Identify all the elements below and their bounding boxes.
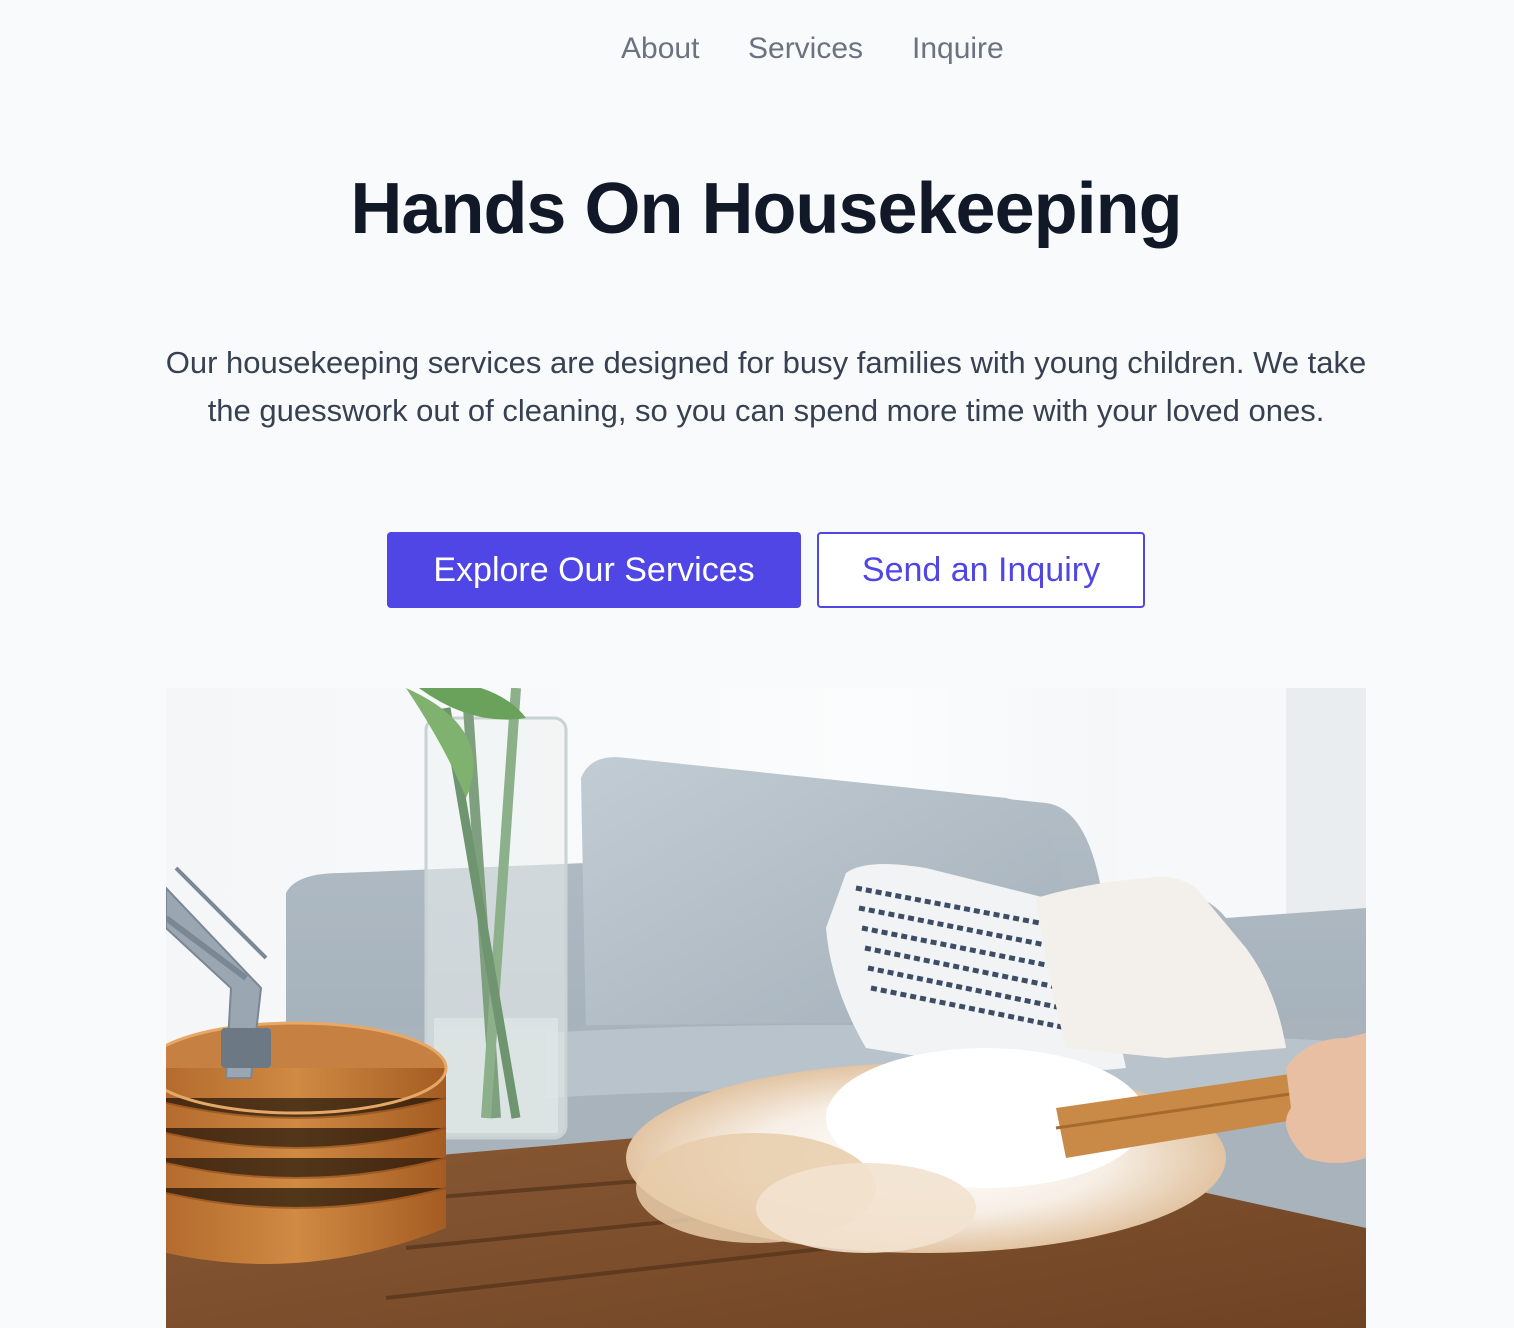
lamp-base — [166, 1021, 448, 1264]
explore-services-button[interactable]: Explore Our Services — [387, 532, 801, 608]
hero-title: Hands On Housekeeping — [350, 169, 1182, 249]
hero-description: Our housekeeping services are designed f… — [165, 345, 1367, 428]
hero-photo-illustration — [166, 688, 1366, 1328]
top-navigation: About Services Inquire — [0, 0, 1514, 98]
nav-link-about[interactable]: About — [621, 28, 699, 70]
send-inquiry-button[interactable]: Send an Inquiry — [817, 532, 1145, 608]
nav-link-services[interactable]: Services — [748, 28, 863, 70]
nav-link-inquire[interactable]: Inquire — [912, 28, 1004, 70]
hero-image — [166, 688, 1366, 1328]
